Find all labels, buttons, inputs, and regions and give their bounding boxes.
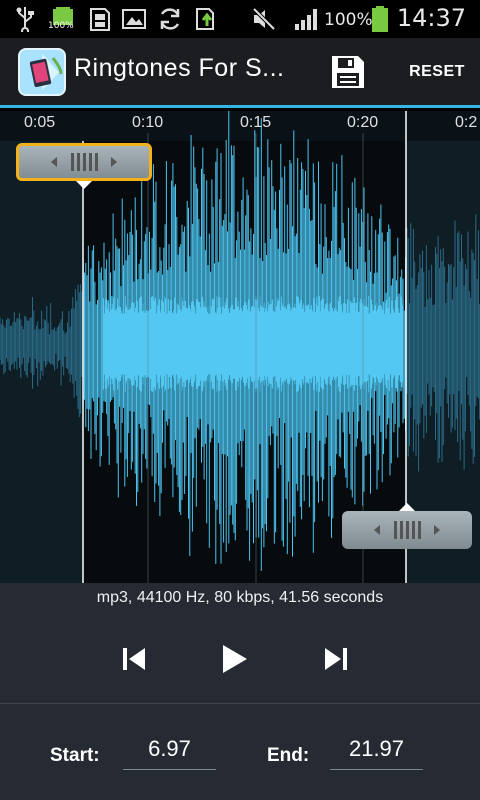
reset-button[interactable]: RESET (400, 52, 474, 92)
skip-previous-icon (123, 648, 145, 670)
play-button[interactable] (214, 639, 254, 679)
battery-icon (370, 6, 390, 32)
save-icon (332, 56, 364, 88)
usb-icon (14, 6, 36, 32)
battery-small-label: 100% (48, 21, 74, 31)
battery-percent: 100% (324, 10, 373, 30)
play-icon (223, 645, 247, 673)
drag-grip-icon (51, 153, 117, 171)
start-time-field[interactable]: 6.97 (123, 732, 216, 770)
timeline-tick: 0:05 (24, 114, 56, 131)
timeline-tick: 0:20 (347, 114, 379, 131)
save-button[interactable] (326, 52, 370, 92)
selection-times: Start: 6.97 End: 21.97 (0, 704, 480, 800)
status-bar: 100% 100% 14:37 (0, 0, 480, 38)
timeline-tick: 0:15 (240, 114, 272, 131)
start-marker-pointer (76, 181, 92, 189)
end-marker-handle[interactable] (342, 511, 472, 549)
mute-icon (250, 6, 278, 32)
timeline-tick: 0:2 (455, 114, 478, 131)
app-logo-icon[interactable] (18, 48, 66, 96)
drag-grip-icon (374, 521, 440, 539)
skip-next-icon (325, 648, 347, 670)
timeline-tick: 0:10 (132, 114, 164, 131)
upload-icon (192, 6, 220, 32)
end-time-field[interactable]: 21.97 (330, 732, 423, 770)
sync-icon (156, 6, 184, 32)
image-icon (120, 6, 148, 32)
end-marker-pointer (399, 503, 415, 511)
end-label: End: (267, 745, 310, 766)
action-bar: Ringtones For S... RESET (0, 38, 480, 108)
previous-button[interactable] (114, 639, 154, 679)
sd-card-icon (88, 6, 112, 32)
start-marker-handle[interactable] (16, 143, 152, 181)
clock: 14:37 (396, 4, 466, 32)
next-button[interactable] (316, 639, 356, 679)
page-title: Ringtones For S... (74, 54, 285, 82)
file-info: mp3, 44100 Hz, 80 kbps, 41.56 seconds (0, 583, 480, 613)
start-label: Start: (50, 745, 100, 766)
signal-icon (292, 6, 322, 32)
playback-controls (0, 613, 480, 703)
